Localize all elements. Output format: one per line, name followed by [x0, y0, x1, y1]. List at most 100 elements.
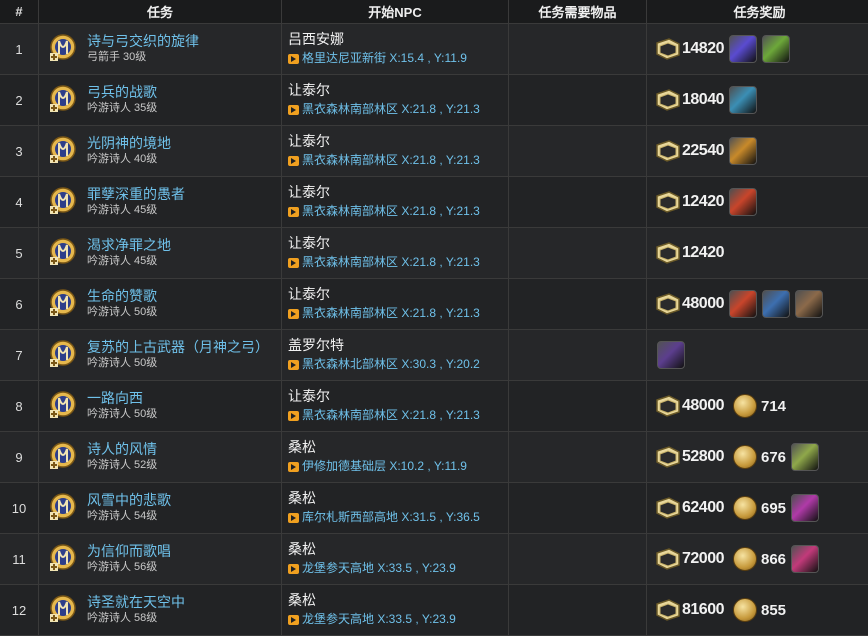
table-row: 9 诗人的风情 吟游诗人 52级 — [0, 432, 868, 483]
row-number-text: 1 — [15, 42, 22, 57]
npc-location-text: 黑衣森林南部林区 X:21.8 , Y:21.3 — [302, 406, 480, 425]
reward-cell: 12420 — [647, 228, 868, 279]
exp-value: 18040 — [682, 91, 724, 109]
task-cell: 渴求净罪之地 吟游诗人 45级 — [39, 228, 282, 279]
reward-item-icon[interactable] — [657, 341, 685, 369]
reward-cell: 22540 — [647, 126, 868, 177]
reward-item-icon[interactable] — [729, 290, 757, 318]
row-number: 10 — [0, 483, 39, 534]
map-pin-icon — [288, 615, 299, 625]
reward-item-icon[interactable] — [729, 35, 757, 63]
exp-icon — [655, 292, 681, 316]
table-row: 4 罪孽深重的愚者 吟游诗人 45级 — [0, 177, 868, 228]
quest-class-level: 吟游诗人 58级 — [87, 610, 185, 626]
quest-name-link[interactable]: 为信仰而歌唱 — [87, 543, 171, 559]
quest-name-link[interactable]: 弓兵的战歌 — [87, 84, 157, 100]
reward-item-icon[interactable] — [795, 290, 823, 318]
npc-location-link[interactable]: 黑衣森林南部林区 X:21.8 , Y:21.3 — [288, 406, 508, 425]
reward-cell: 52800676 — [647, 432, 868, 483]
quest-class-level: 吟游诗人 52级 — [87, 457, 157, 473]
header-items: 任务需要物品 — [509, 0, 647, 24]
reward-cell: 18040 — [647, 75, 868, 126]
npc-location-link[interactable]: 黑衣森林北部林区 X:30.3 , Y:20.2 — [288, 355, 508, 374]
quest-name-link[interactable]: 罪孽深重的愚者 — [87, 186, 185, 202]
exp-reward: 22540 — [655, 139, 724, 163]
npc-location-text: 龙堡参天高地 X:33.5 , Y:23.9 — [302, 559, 456, 578]
reward-item-icon[interactable] — [762, 35, 790, 63]
npc-location-link[interactable]: 黑衣森林南部林区 X:21.8 , Y:21.3 — [288, 202, 508, 221]
quest-name-link[interactable]: 一路向西 — [87, 390, 157, 406]
row-number-text: 12 — [12, 603, 26, 618]
task-cell: 为信仰而歌唱 吟游诗人 56级 — [39, 534, 282, 585]
reward-item-icon[interactable] — [762, 290, 790, 318]
class-quest-icon — [47, 33, 79, 65]
reward-list: 62400695 — [647, 494, 868, 522]
map-pin-icon — [288, 54, 299, 64]
quest-name-link[interactable]: 诗人的风情 — [87, 441, 157, 457]
quest-class-level: 弓箭手 30级 — [87, 49, 199, 65]
task-cell: 生命的赞歌 吟游诗人 50级 — [39, 279, 282, 330]
header-reward: 任务奖励 — [647, 0, 868, 24]
row-number: 12 — [0, 585, 39, 636]
npc-location-text: 黑衣森林南部林区 X:21.8 , Y:21.3 — [302, 151, 480, 170]
class-quest-icon — [47, 135, 79, 167]
task-cell: 风雪中的悲歌 吟游诗人 54级 — [39, 483, 282, 534]
gil-coin-icon — [733, 496, 757, 520]
exp-icon — [655, 445, 681, 469]
exp-reward: 81600 — [655, 598, 724, 622]
table-row: 8 一路向西 吟游诗人 50级 — [0, 381, 868, 432]
reward-cell: 48000 — [647, 279, 868, 330]
gil-value: 695 — [761, 500, 786, 517]
reward-item-icon[interactable] — [791, 443, 819, 471]
map-pin-icon — [288, 156, 299, 166]
npc-location-link[interactable]: 龙堡参天高地 X:33.5 , Y:23.9 — [288, 610, 508, 629]
quest-name-link[interactable]: 诗圣就在天空中 — [87, 594, 185, 610]
reward-item-icon[interactable] — [729, 86, 757, 114]
quest-name-link[interactable]: 复苏的上古武器（月神之弓） — [87, 339, 269, 355]
exp-reward: 18040 — [655, 88, 724, 112]
table-row: 5 渴求净罪之地 吟游诗人 45级 — [0, 228, 868, 279]
exp-icon — [655, 394, 681, 418]
quest-name-link[interactable]: 渴求净罪之地 — [87, 237, 171, 253]
map-pin-icon — [288, 360, 299, 370]
npc-location-link[interactable]: 黑衣森林南部林区 X:21.8 , Y:21.3 — [288, 253, 508, 272]
reward-list: 18040 — [647, 86, 868, 114]
quest-name-link[interactable]: 生命的赞歌 — [87, 288, 157, 304]
npc-location-link[interactable]: 黑衣森林南部林区 X:21.8 , Y:21.3 — [288, 100, 508, 119]
reward-item-icon[interactable] — [729, 137, 757, 165]
reward-item-icon[interactable] — [791, 545, 819, 573]
npc-cell: 桑松 龙堡参天高地 X:33.5 , Y:23.9 — [282, 585, 509, 636]
npc-location-link[interactable]: 库尔札斯西部高地 X:31.5 , Y:36.5 — [288, 508, 508, 527]
row-number-text: 4 — [15, 195, 22, 210]
quest-name-link[interactable]: 风雪中的悲歌 — [87, 492, 171, 508]
npc-location-link[interactable]: 黑衣森林南部林区 X:21.8 , Y:21.3 — [288, 151, 508, 170]
npc-location-link[interactable]: 伊修加德基础层 X:10.2 , Y:11.9 — [288, 457, 508, 476]
reward-list: 81600855 — [647, 598, 868, 622]
quest-name-link[interactable]: 诗与弓交织的旋律 — [87, 33, 199, 49]
row-number: 6 — [0, 279, 39, 330]
exp-icon — [655, 598, 681, 622]
map-pin-icon — [288, 513, 299, 523]
npc-name: 让泰尔 — [288, 234, 508, 253]
reward-cell: 62400695 — [647, 483, 868, 534]
exp-reward: 12420 — [655, 190, 724, 214]
npc-location-link[interactable]: 黑衣森林南部林区 X:21.8 , Y:21.3 — [288, 304, 508, 323]
row-number-text: 6 — [15, 297, 22, 312]
reward-item-icon[interactable] — [729, 188, 757, 216]
exp-icon — [655, 139, 681, 163]
npc-location-text: 黑衣森林南部林区 X:21.8 , Y:21.3 — [302, 202, 480, 221]
required-items-cell — [509, 381, 647, 432]
exp-reward: 52800 — [655, 445, 724, 469]
npc-name: 让泰尔 — [288, 81, 508, 100]
table-row: 2 弓兵的战歌 吟游诗人 35级 — [0, 75, 868, 126]
reward-cell: 48000714 — [647, 381, 868, 432]
npc-name: 让泰尔 — [288, 132, 508, 151]
reward-item-icon[interactable] — [791, 494, 819, 522]
npc-location-link[interactable]: 龙堡参天高地 X:33.5 , Y:23.9 — [288, 559, 508, 578]
class-quest-icon — [47, 84, 79, 116]
npc-location-link[interactable]: 格里达尼亚新街 X:15.4 , Y:11.9 — [288, 49, 508, 68]
npc-location-text: 黑衣森林南部林区 X:21.8 , Y:21.3 — [302, 100, 480, 119]
quest-name-link[interactable]: 光阴神的境地 — [87, 135, 171, 151]
exp-value: 81600 — [682, 601, 724, 619]
task-cell: 弓兵的战歌 吟游诗人 35级 — [39, 75, 282, 126]
